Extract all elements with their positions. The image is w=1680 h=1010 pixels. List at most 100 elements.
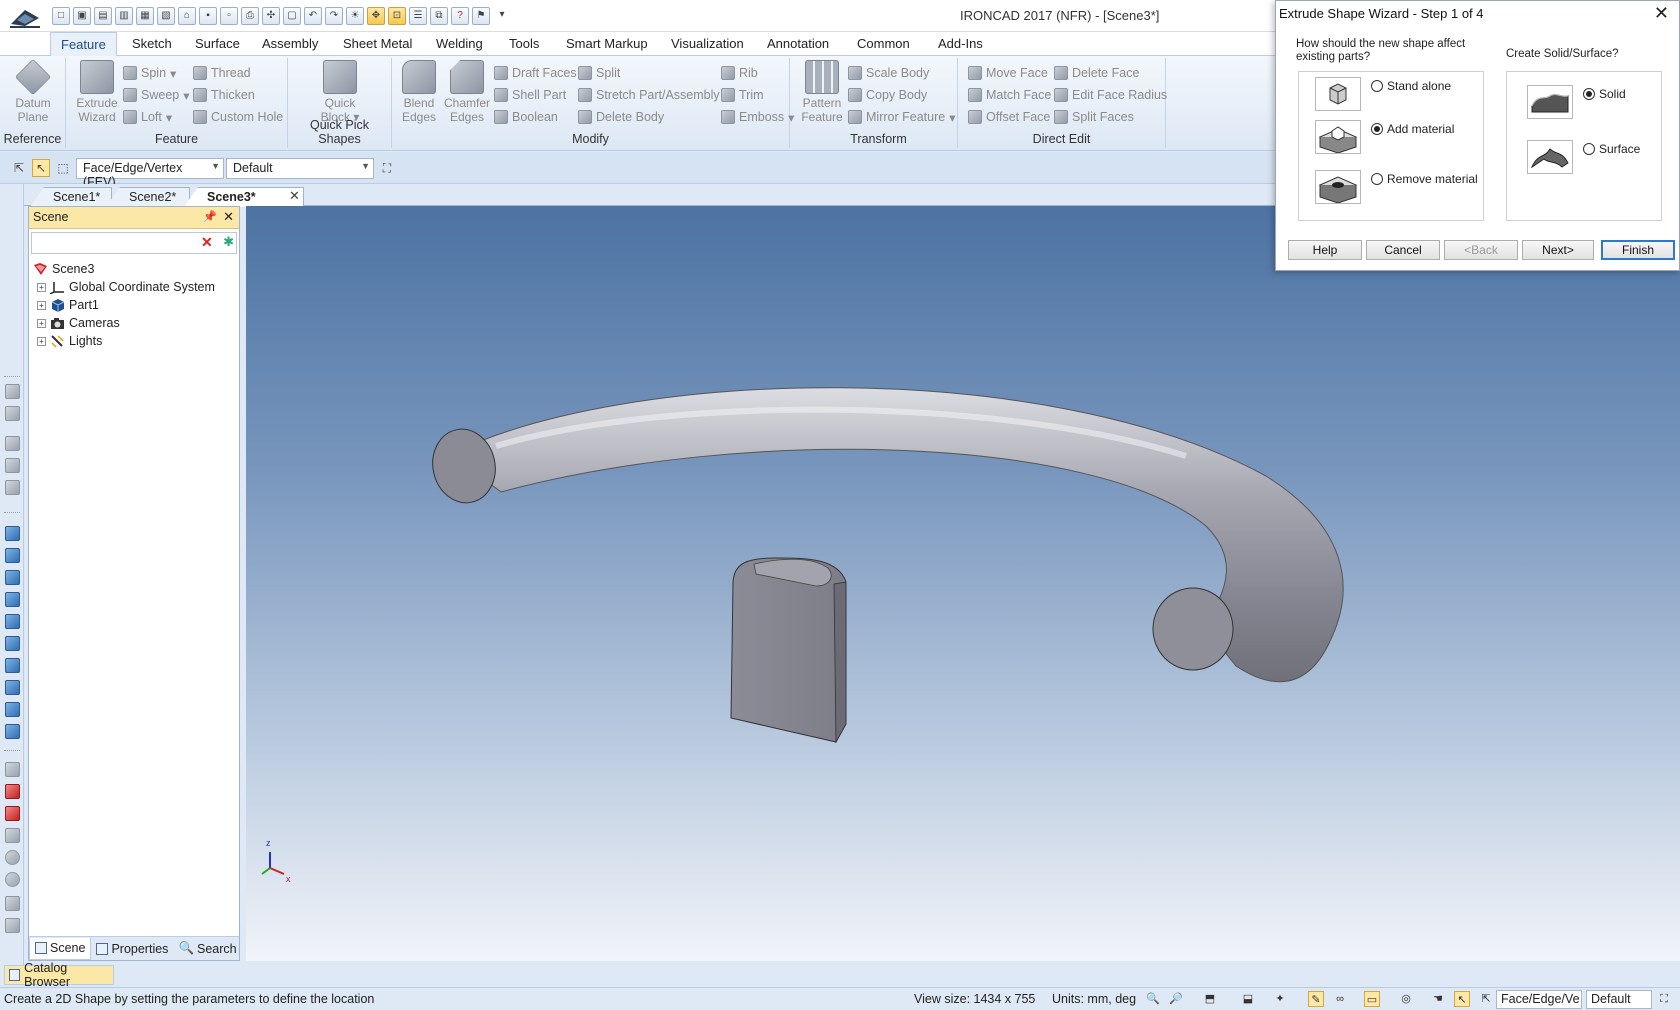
finish-button[interactable]: Finish xyxy=(1601,240,1675,260)
view-tool-icon[interactable] xyxy=(5,384,20,399)
draft-faces-button[interactable]: Draft Faces xyxy=(494,64,577,82)
wireframe-view-icon[interactable] xyxy=(5,702,20,717)
circle-icon[interactable] xyxy=(5,850,20,865)
curve-icon[interactable] xyxy=(5,896,20,911)
doc-tab-scene1[interactable]: Scene1* xyxy=(30,187,112,207)
thread-button[interactable]: Thread xyxy=(193,64,251,82)
radio-button[interactable] xyxy=(1371,173,1383,185)
expand-icon[interactable]: + xyxy=(37,300,46,310)
emboss-button[interactable]: Emboss ▾ xyxy=(721,108,794,126)
view-orientation-icon[interactable]: ⬒ xyxy=(1202,991,1218,1007)
bulb-icon[interactable]: ☀ xyxy=(346,7,364,25)
tab-welding[interactable]: Welding xyxy=(434,36,485,51)
tab-add-ins[interactable]: Add-Ins xyxy=(936,36,985,51)
new-part-icon[interactable]: ▥ xyxy=(115,7,133,25)
save-icon[interactable]: ▪ xyxy=(199,7,217,25)
redo-icon[interactable]: ↷ xyxy=(325,7,343,25)
tab-surface[interactable]: Surface xyxy=(193,36,242,51)
split-faces-button[interactable]: Split Faces xyxy=(1054,108,1134,126)
datum-plane-button[interactable]: Datum Plane xyxy=(8,58,58,124)
back-view-icon[interactable] xyxy=(5,548,20,563)
configuration-dropdown[interactable]: Default ▼ xyxy=(226,158,374,179)
edit-face-radius-button[interactable]: Edit Face Radius xyxy=(1054,86,1167,104)
view-tool-icon[interactable] xyxy=(5,458,20,473)
tree-item-lights[interactable]: + Lights xyxy=(29,332,239,350)
pin-icon[interactable]: 📌 xyxy=(203,210,217,223)
radio-button[interactable] xyxy=(1371,123,1383,135)
camera-settings-icon[interactable]: ◎ xyxy=(1398,991,1414,1007)
hidden-line-view-icon[interactable] xyxy=(5,724,20,739)
radio-solid[interactable]: Solid xyxy=(1583,87,1626,101)
angle-icon[interactable] xyxy=(5,828,20,843)
mirror-feature-button[interactable]: Mirror Feature ▾ xyxy=(848,108,955,126)
footer-tab-search[interactable]: 🔍 Search xyxy=(173,938,241,960)
blend-edges-button[interactable]: Blend Edges xyxy=(396,60,442,124)
tab-sketch[interactable]: Sketch xyxy=(130,36,174,51)
close-icon[interactable]: ✕ xyxy=(1654,3,1669,24)
new-file-icon[interactable]: □ xyxy=(52,7,70,25)
zoom-icon[interactable]: 🔍 xyxy=(1145,991,1161,1007)
help-icon[interactable]: ? xyxy=(451,7,469,25)
curved-tube-part[interactable] xyxy=(426,387,1344,683)
pencil-icon[interactable]: ✎ xyxy=(1308,991,1324,1007)
triball-icon[interactable]: ✥ xyxy=(367,7,385,25)
radio-button[interactable] xyxy=(1371,80,1383,92)
share-icon[interactable]: ✣ xyxy=(262,7,280,25)
configuration-tree-icon[interactable]: ⛶ xyxy=(378,159,396,177)
selection-box-icon[interactable]: ⊡ xyxy=(388,7,406,25)
trim-button[interactable]: Trim xyxy=(721,86,764,104)
help-button[interactable]: Help xyxy=(1288,240,1362,260)
view-tool-icon[interactable] xyxy=(5,406,20,421)
render-mode-icon[interactable]: ✦ xyxy=(1272,991,1288,1007)
right-view-icon[interactable] xyxy=(5,592,20,607)
tab-tools[interactable]: Tools xyxy=(507,36,541,51)
shaded-view-icon[interactable] xyxy=(5,680,20,695)
loft-button[interactable]: Loft ▾ xyxy=(123,108,172,126)
footer-tab-scene[interactable]: Scene xyxy=(29,937,92,960)
ruler-icon[interactable] xyxy=(5,918,20,933)
tab-sheet-metal[interactable]: Sheet Metal xyxy=(341,36,414,51)
expand-icon[interactable]: + xyxy=(37,336,46,346)
footer-tab-properties[interactable]: Properties xyxy=(91,938,173,960)
tab-annotation[interactable]: Annotation xyxy=(765,36,831,51)
bottom-view-icon[interactable] xyxy=(5,636,20,651)
paste-icon[interactable]: ▢ xyxy=(283,7,301,25)
3d-viewport[interactable]: z x xyxy=(246,206,1680,961)
save-as-icon[interactable]: ▫ xyxy=(220,7,238,25)
catalog-browser-button[interactable]: Catalog Browser xyxy=(4,961,114,989)
thicken-button[interactable]: Thicken xyxy=(193,86,255,104)
copy-body-button[interactable]: Copy Body xyxy=(848,86,927,104)
delete-body-button[interactable]: Delete Body xyxy=(578,108,664,126)
tab-feature[interactable]: Feature xyxy=(50,32,117,57)
cancel-button[interactable]: Cancel xyxy=(1366,240,1440,260)
radio-add-material[interactable]: Add material xyxy=(1371,122,1454,136)
section-icon[interactable] xyxy=(5,784,20,799)
tree-item-scene3[interactable]: Scene3 xyxy=(29,260,239,278)
match-face-button[interactable]: Match Face xyxy=(968,86,1051,104)
left-view-icon[interactable] xyxy=(5,570,20,585)
windows-icon[interactable]: ⧉ xyxy=(430,7,448,25)
radio-remove-material[interactable]: Remove material xyxy=(1371,172,1478,186)
new-sheet-icon[interactable]: ▧ xyxy=(157,7,175,25)
tab-smart-markup[interactable]: Smart Markup xyxy=(564,36,650,51)
glasses-icon[interactable]: ∞ xyxy=(1332,991,1348,1007)
standard-views-icon[interactable]: ⬓ xyxy=(1240,991,1256,1007)
new-scene-icon[interactable]: ▣ xyxy=(73,7,91,25)
configuration-tree-icon[interactable]: ⛶ xyxy=(1656,991,1672,1007)
select-parts-icon[interactable]: ⇱ xyxy=(10,159,28,177)
tree-item-part1[interactable]: + Part1 xyxy=(29,296,239,314)
move-face-button[interactable]: Move Face xyxy=(968,64,1048,82)
top-view-icon[interactable] xyxy=(5,614,20,629)
tree-item-cameras[interactable]: + Cameras xyxy=(29,314,239,332)
tab-visualization[interactable]: Visualization xyxy=(669,36,746,51)
custom-hole-button[interactable]: Custom Hole xyxy=(193,108,283,126)
select-box-icon[interactable]: ⬚ xyxy=(54,159,72,177)
offset-face-button[interactable]: Offset Face xyxy=(968,108,1050,126)
print-icon[interactable]: ⎙ xyxy=(241,7,259,25)
iso-view-icon[interactable] xyxy=(5,658,20,673)
radio-button[interactable] xyxy=(1583,143,1595,155)
rounded-block-part[interactable] xyxy=(730,557,847,744)
open-folder-icon[interactable]: ⌂ xyxy=(178,7,196,25)
status-config-dropdown[interactable]: Default xyxy=(1586,990,1652,1009)
back-button[interactable]: <Back xyxy=(1444,240,1518,260)
